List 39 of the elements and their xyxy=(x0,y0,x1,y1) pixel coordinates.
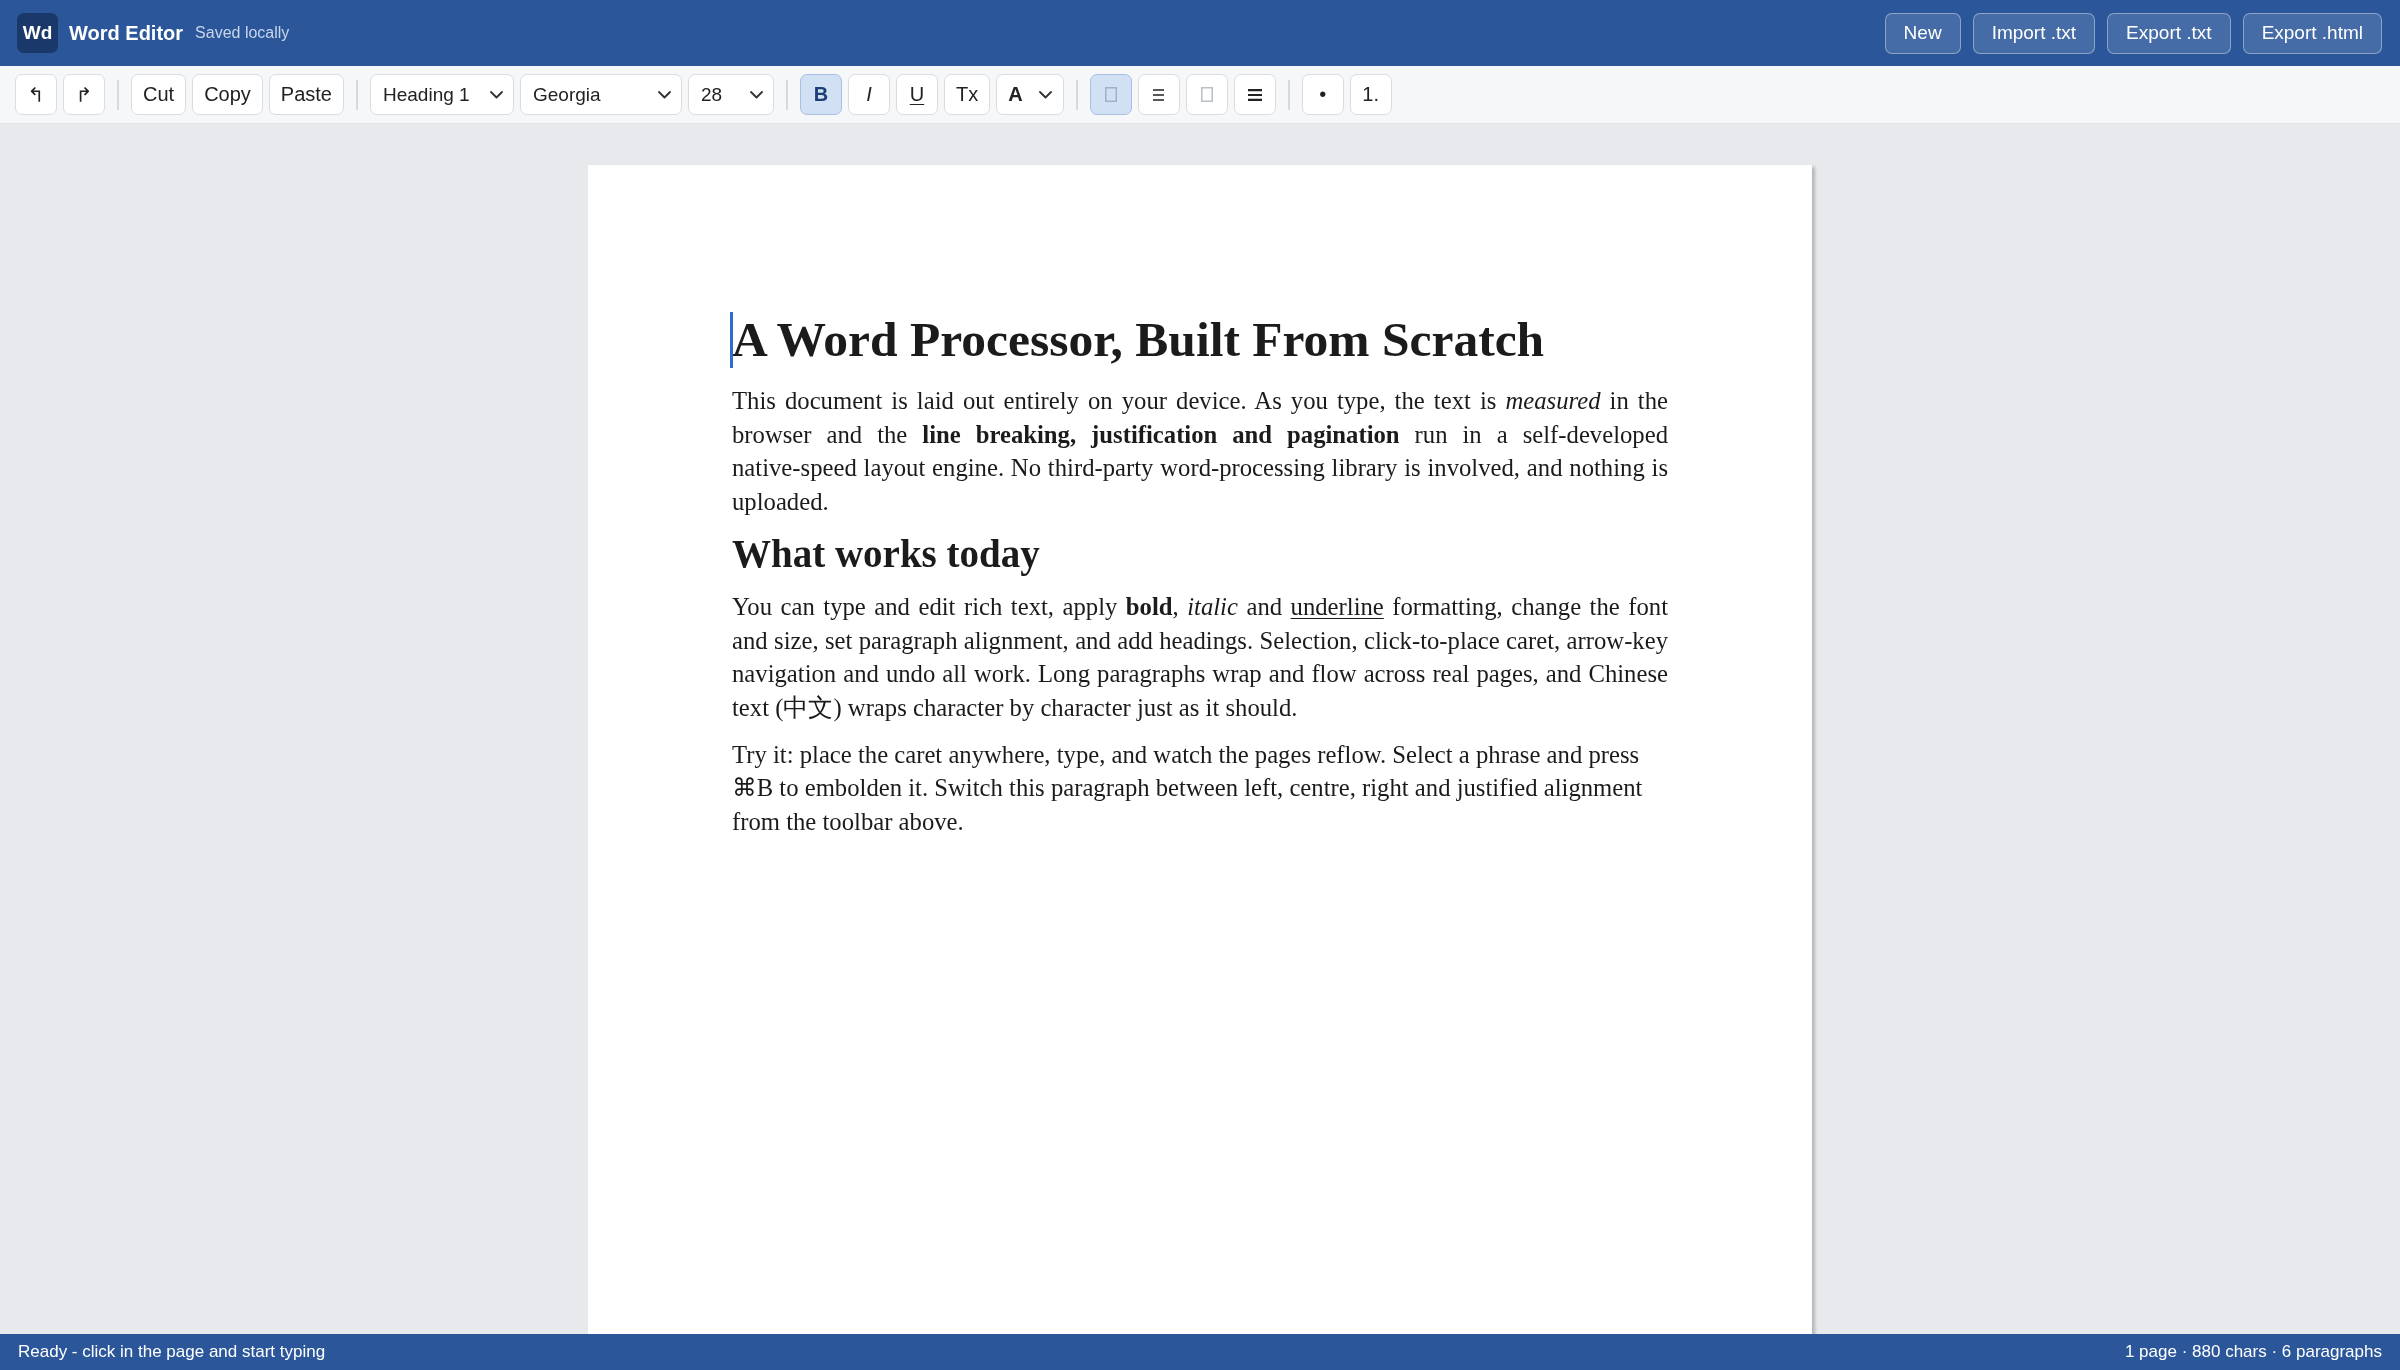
italic-button[interactable]: I xyxy=(848,74,890,115)
app-title: Word Editor xyxy=(69,21,184,45)
font-family-select[interactable]: Georgia xyxy=(520,74,682,115)
save-status: Saved locally xyxy=(195,24,290,42)
redo-button[interactable]: ↱ xyxy=(63,74,105,115)
chevron-down-icon xyxy=(658,90,671,99)
body-paragraph: This document is laid out entirely on your device. As you type, the text is measured in the browser and the line breaking, justification and pagination run in a self-developed native-speed layout engine. No third-party word-processing library is involved, and nothing is uploaded. xyxy=(732,386,1668,518)
document-title: A Word Processor, Built From Scratch xyxy=(732,312,1546,368)
header-button[interactable]: Import .txt xyxy=(1972,12,2096,54)
block-style-select[interactable]: Heading 1 xyxy=(370,74,514,115)
cut-button[interactable]: Cut xyxy=(131,74,187,115)
text-color-button[interactable]: A xyxy=(996,74,1064,115)
bullet-list-button[interactable]: • xyxy=(1301,74,1344,115)
numbered-list-button[interactable]: 1. xyxy=(1349,74,1392,115)
header-button[interactable]: Export .html xyxy=(2242,12,2382,54)
body-paragraph: You can type and edit rich text, apply bold, italic and underline formatting, change the font and size, set paragraph alignment, and add headings. Selection, click-to-place caret, arrow-key navigation and undo all work. Long paragraphs wrap and flow across real pages, and Chinese text (中文) wraps character by character just as it should. xyxy=(732,591,1668,724)
align-justify-button[interactable] xyxy=(1233,74,1276,115)
app-logo: Wd xyxy=(17,13,58,53)
three-lines-icon xyxy=(1153,88,1165,101)
document-stats: 1 page · 880 chars · 6 paragraphs xyxy=(2124,1342,2382,1362)
header-button[interactable]: Export .txt xyxy=(2107,12,2231,54)
align-center-button[interactable] xyxy=(1137,74,1180,115)
status-message: Ready - click in the page and start typing xyxy=(18,1342,326,1362)
section-heading: What works today xyxy=(732,531,1041,576)
clear-format-button[interactable]: Tx xyxy=(944,74,991,115)
chevron-down-icon xyxy=(490,90,503,99)
paste-button[interactable]: Paste xyxy=(268,74,344,115)
font-size-select[interactable]: 28 xyxy=(688,74,774,115)
copy-button[interactable]: Copy xyxy=(192,74,263,115)
undo-button[interactable]: ↰ xyxy=(15,74,57,115)
body-paragraph: Try it: place the caret anywhere, type, and watch the pages reflow. Select a phrase and press ⌘B to embolden it. Switch this paragraph between left, centre, right and justified alignment from the toolbar above. xyxy=(732,739,1644,838)
header-button[interactable]: New xyxy=(1884,12,1961,54)
bold-button[interactable]: B xyxy=(800,74,842,115)
chevron-down-icon xyxy=(1038,90,1052,99)
empty-square-icon xyxy=(1104,87,1117,102)
empty-square-icon xyxy=(1200,87,1213,102)
three-lines-icon xyxy=(1247,88,1262,101)
underline-button[interactable]: U xyxy=(896,74,938,115)
chevron-down-icon xyxy=(750,90,763,99)
